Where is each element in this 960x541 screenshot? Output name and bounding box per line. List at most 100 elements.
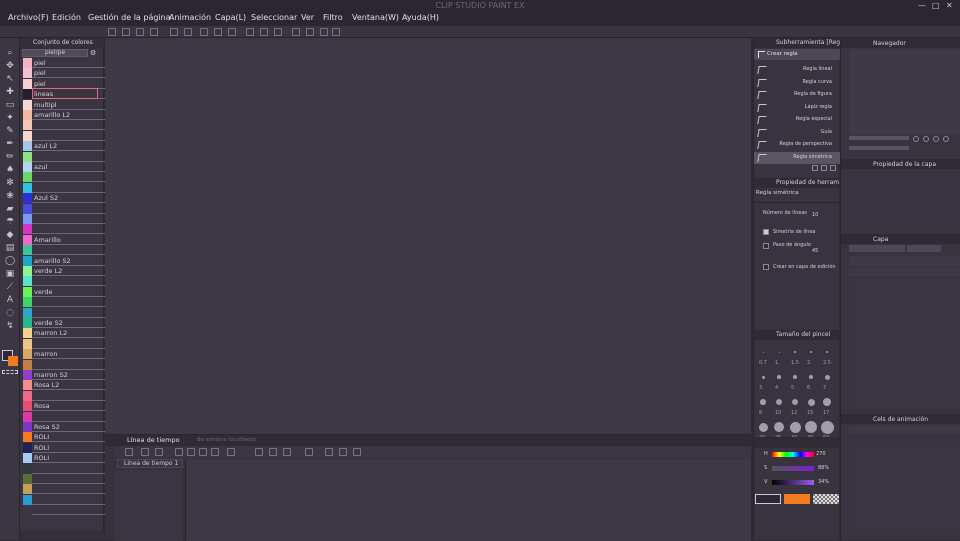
edit-icon[interactable] (353, 448, 361, 456)
canvas-area[interactable] (105, 38, 751, 434)
color-swatch[interactable] (23, 120, 32, 131)
color-swatch[interactable] (23, 162, 32, 172)
brush-tool-icon[interactable]: ♠ (5, 165, 15, 175)
main-color-chip[interactable] (755, 494, 781, 504)
transform-icon[interactable] (228, 28, 236, 36)
brush-size-dot[interactable] (808, 374, 814, 380)
color-swatch[interactable] (23, 245, 32, 256)
brush-size-dot[interactable] (776, 399, 782, 405)
eraser-tool-icon[interactable]: ▰ (5, 204, 15, 214)
color-swatch[interactable] (23, 432, 32, 443)
color-swatch[interactable] (23, 494, 32, 505)
color-swatch[interactable] (23, 203, 32, 214)
menu-gestion-pagina[interactable]: Gestión de la página (88, 13, 171, 22)
brush-size-dot[interactable] (758, 422, 768, 432)
tab-shadow[interactable]: de sombra (ocultado) (197, 437, 256, 443)
saturation-slider[interactable] (772, 466, 814, 471)
color-swatch[interactable] (23, 214, 32, 224)
minimize-icon[interactable]: — (918, 1, 926, 10)
delete-sub-tool-icon[interactable] (830, 165, 836, 171)
color-swatch[interactable] (23, 182, 32, 193)
color-swatch[interactable] (23, 359, 32, 370)
brush-size-dot[interactable] (778, 351, 780, 353)
fill-icon[interactable] (214, 28, 222, 36)
gradient-tool-icon[interactable]: ▤ (5, 243, 15, 253)
keyframe-icon[interactable] (325, 448, 333, 456)
color-swatch[interactable] (23, 224, 32, 235)
zoom-slider[interactable] (849, 136, 909, 140)
transparent-color-chip[interactable] (813, 494, 839, 504)
ruler-item[interactable]: Regla especial (754, 114, 840, 126)
brush-size-dot[interactable] (807, 398, 815, 406)
color-swatch[interactable] (23, 89, 32, 100)
decoration-tool-icon[interactable]: ❀ (5, 191, 15, 201)
clear-icon[interactable] (200, 28, 208, 36)
deselect-icon[interactable] (246, 28, 254, 36)
color-swatch[interactable] (23, 484, 32, 495)
snap-checkbox[interactable] (763, 229, 769, 235)
color-swatch[interactable] (23, 380, 32, 391)
opacity-field[interactable] (907, 245, 941, 252)
brush-size-dot[interactable] (823, 398, 831, 406)
color-swatch[interactable] (23, 297, 32, 308)
zoom-out-nav-icon[interactable] (913, 136, 919, 142)
color-set-menu-icon[interactable]: ⚙ (90, 49, 98, 57)
color-swatch[interactable] (23, 68, 32, 79)
new-sub-tool-icon[interactable] (812, 165, 818, 171)
color-swatch[interactable] (23, 401, 32, 412)
color-swatch[interactable] (23, 390, 32, 401)
menu-edicion[interactable]: Edición (52, 13, 81, 22)
brush-size-dot[interactable] (810, 351, 812, 353)
clear-cel-icon[interactable] (283, 448, 291, 456)
auto-select-icon[interactable]: ✦ (5, 113, 15, 123)
color-swatch[interactable] (23, 255, 32, 266)
snap-ruler-icon[interactable] (292, 28, 300, 36)
blend-mode-select[interactable] (849, 245, 905, 252)
s-value[interactable]: 88% (818, 465, 829, 471)
last-frame-icon[interactable] (211, 448, 219, 456)
brush-size-dot[interactable] (774, 422, 784, 432)
show-selection-icon[interactable] (274, 28, 282, 36)
color-swatch[interactable] (23, 307, 32, 318)
next-frame-icon[interactable] (199, 448, 207, 456)
color-swatch[interactable] (23, 99, 32, 110)
fit-icon[interactable] (933, 136, 939, 142)
blend-tool-icon[interactable]: ☂ (5, 217, 15, 227)
zoom-in-nav-icon[interactable] (923, 136, 929, 142)
brush-size-dot[interactable] (791, 398, 799, 406)
angle-checkbox[interactable] (763, 243, 769, 249)
color-swatch[interactable] (23, 474, 32, 484)
transparent-color-icon[interactable] (2, 370, 18, 374)
sub-color-swatch[interactable] (8, 356, 18, 366)
pen-tool-icon[interactable]: ✒ (5, 139, 15, 149)
color-swatch[interactable] (23, 349, 32, 360)
hue-slider[interactable] (772, 452, 814, 457)
save-icon[interactable] (136, 28, 144, 36)
color-swatch[interactable] (23, 328, 32, 339)
snap-special-icon[interactable] (320, 28, 328, 36)
angle-value[interactable]: 45 (812, 248, 818, 254)
layer-list[interactable] (849, 278, 960, 408)
color-swatch[interactable] (23, 110, 32, 120)
color-swatch[interactable] (23, 505, 32, 516)
color-swatch[interactable] (23, 234, 32, 245)
ruler-item[interactable]: Regla simétrica (754, 151, 840, 164)
menu-seleccionar[interactable]: Seleccionar (251, 13, 297, 22)
h-value[interactable]: 270 (816, 451, 826, 457)
brush-size-dot[interactable] (760, 399, 766, 405)
color-swatch[interactable] (23, 442, 32, 453)
color-swatch[interactable] (23, 193, 32, 204)
selection-tool-icon[interactable]: ▭ (5, 100, 15, 110)
menu-ventana[interactable]: Ventana(W) (352, 13, 399, 22)
correct-line-tool-icon[interactable]: ↯ (5, 321, 15, 331)
color-swatch[interactable] (23, 286, 32, 297)
menu-capa[interactable]: Capa(L) (215, 13, 246, 22)
navigator-preview[interactable] (849, 49, 960, 135)
play-icon[interactable] (187, 448, 195, 456)
ruler-item[interactable]: Guía (754, 127, 840, 139)
lines-value[interactable]: 10 (812, 212, 818, 218)
brush-size-dot[interactable] (761, 375, 765, 379)
copy-sub-tool-icon[interactable] (821, 165, 827, 171)
color-swatch[interactable] (23, 370, 32, 380)
color-swatch[interactable] (23, 411, 32, 422)
